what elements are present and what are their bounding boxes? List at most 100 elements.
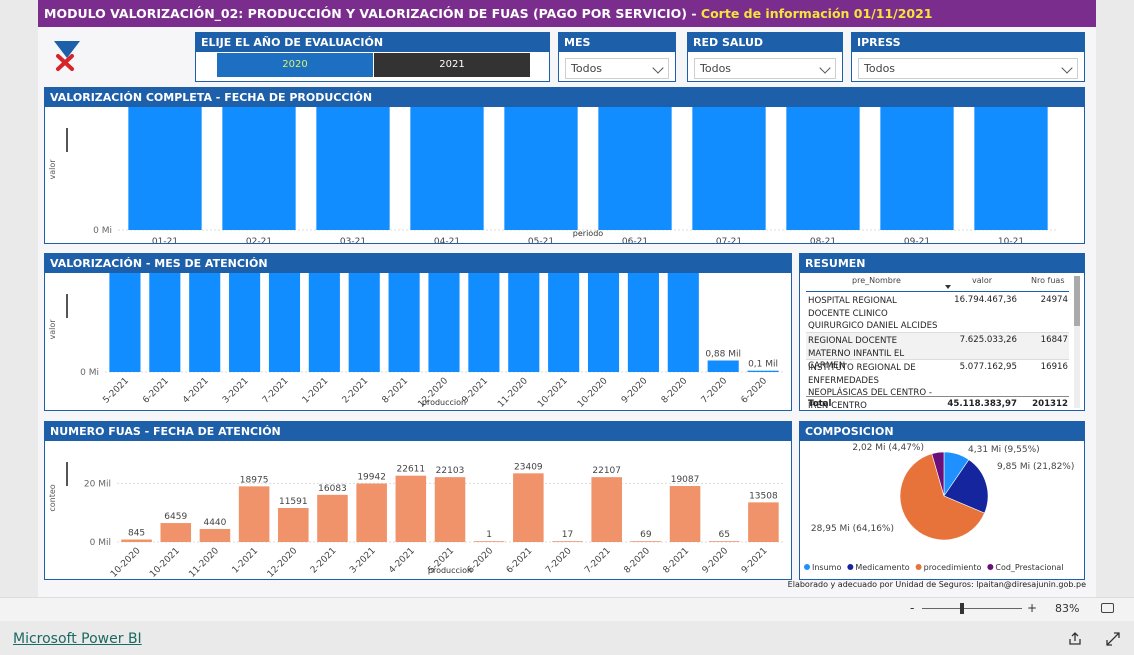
bar — [468, 0, 500, 372]
resumen-scroll[interactable]: pre_Nombre valor Nro fuas HOSPITAL REGIO… — [800, 274, 1084, 410]
y-tick-label: 20 Mil — [84, 479, 111, 489]
table-row[interactable]: REGIONAL DOCENTE MATERNO INFANTIL EL CAR… — [806, 333, 1069, 371]
zoom-slider-thumb[interactable] — [960, 603, 964, 614]
y-tick-label: 0 Mi — [80, 368, 99, 378]
x-tick-label: 02-21 — [246, 237, 272, 243]
x-tick-label: 01-21 — [152, 237, 178, 243]
year-slicer: ELIJE EL AÑO DE EVALUACIÓN 2020 2021 — [195, 32, 550, 82]
report-canvas: MODULO VALORIZACIÓN_02: PRODUCCIÓN Y VAL… — [38, 0, 1096, 597]
bar — [410, 0, 484, 230]
x-tick-label: 06-21 — [622, 237, 648, 243]
mes-dropdown[interactable]: Todos — [565, 58, 669, 79]
legend-marker — [987, 564, 994, 570]
data-label: 6459 — [164, 512, 187, 522]
bar — [598, 0, 672, 230]
data-label: 17 — [562, 530, 573, 540]
header-valor[interactable]: valor — [972, 276, 992, 285]
pie-label: 2,02 Mi (4,47%) — [852, 443, 924, 453]
chart4-title: COMPOSICION — [800, 422, 1084, 441]
chart2-plot: 5 Mi0 Mivalor5840,47 Mil5-20216-20214993… — [48, 0, 783, 410]
header-prenombre[interactable]: pre_Nombre — [852, 276, 901, 285]
header-nro-fuas[interactable]: Nro fuas — [1031, 276, 1065, 285]
chart2-accent — [66, 294, 68, 318]
bar — [630, 541, 662, 542]
fullscreen-icon[interactable] — [1106, 632, 1120, 646]
zoom-in-button[interactable]: + — [1027, 601, 1037, 615]
x-tick-label: 2-2021 — [309, 546, 339, 576]
year-option-2020[interactable]: 2020 — [217, 53, 373, 77]
resumen-table: RESUMEN pre_Nombre valor Nro fuas HOSPIT… — [799, 253, 1085, 411]
bar — [160, 523, 192, 542]
x-tick-label: 8-2020 — [660, 376, 690, 406]
ipress-value: Todos — [864, 62, 896, 75]
chart4-plot: 4,31 Mi (9,55%) 9,85 Mi (21,82%) 28,95 Mi … — [804, 443, 1074, 572]
data-label: 22611 — [397, 465, 426, 475]
bar — [268, 0, 301, 372]
sort-desc-icon[interactable] — [945, 285, 951, 289]
data-label: 69 — [640, 530, 652, 540]
chart1-title: VALORIZACIÓN COMPLETA - FECHA DE PRODUCC… — [45, 88, 1084, 107]
x-tick-label: 11-2020 — [187, 546, 221, 579]
chart1-plot: 5 Mi0 Mivalor4523,36 Mil01-212892,78 Mil… — [48, 0, 1058, 247]
table-row[interactable]: HOSPITAL REGIONAL DOCENTE CLINICO QUIRUR… — [806, 293, 1069, 344]
chart-composicion: COMPOSICION 4,31 Mi (9,55%) 9,85 Mi (21,8… — [799, 421, 1085, 580]
year-slicer-title: ELIJE EL AÑO DE EVALUACIÓN — [196, 33, 549, 52]
x-tick-label: 6-2021 — [505, 546, 535, 576]
fit-page-icon[interactable] — [1101, 603, 1114, 613]
bar — [748, 502, 779, 542]
x-tick-label: 10-2020 — [576, 376, 610, 410]
scrollbar[interactable] — [1074, 276, 1080, 408]
data-label: 22103 — [436, 466, 465, 476]
data-label: 0,88 Mil — [705, 349, 741, 359]
year-option-2021[interactable]: 2021 — [374, 53, 530, 77]
row-valor: 5.077.162,95 — [959, 362, 1017, 372]
ipress-dropdown[interactable]: Todos — [858, 58, 1078, 79]
bar — [552, 541, 583, 542]
data-label: 13508 — [749, 491, 778, 501]
red-salud-filter: RED SALUD Todos — [687, 32, 843, 82]
chart2-title: VALORIZACIÓN - MES DE ATENCIÓN — [45, 254, 791, 273]
chart3-plot: 20 Mil 0 Mil conteo 845 10-2020 6459 10-2021 44… — [48, 462, 783, 580]
bar — [974, 0, 1048, 230]
logo-icon — [54, 41, 80, 71]
x-tick-label: 3-2021 — [348, 546, 378, 576]
legend-label: procedimiento — [924, 563, 982, 572]
x-tick-label: 8-2020 — [622, 546, 652, 576]
zoom-out-button[interactable]: - — [910, 601, 914, 615]
y-axis-label: valor — [48, 159, 57, 180]
zoom-bar: - + 83% — [0, 597, 1134, 621]
red-salud-dropdown[interactable]: Todos — [694, 58, 836, 79]
y-axis-label: valor — [48, 319, 57, 340]
x-tick-label: 9-2020 — [701, 546, 731, 576]
mes-value: Todos — [571, 62, 603, 75]
scrollbar-thumb[interactable] — [1074, 276, 1080, 326]
legend-label: Cod_Prestacional — [995, 563, 1063, 572]
bar — [149, 0, 181, 372]
share-icon[interactable] — [1068, 632, 1082, 646]
power-bi-link[interactable]: Microsoft Power BI — [13, 631, 142, 647]
zoom-level: 83% — [1055, 602, 1080, 615]
data-label: 11591 — [279, 497, 308, 507]
x-tick-label: 6-2021 — [141, 376, 171, 406]
legend-label: Medicamento — [855, 563, 909, 572]
x-tick-label: 8-2021 — [662, 546, 692, 576]
x-tick-label: 6-2020 — [740, 376, 770, 406]
data-label: 65 — [719, 530, 730, 540]
x-tick-label: 7-2020 — [700, 376, 730, 406]
x-tick-label: 7-2020 — [544, 546, 574, 576]
x-tick-label: 9-2021 — [740, 546, 770, 576]
bar — [667, 234, 699, 372]
bar — [692, 0, 766, 230]
mes-filter-title: MES — [559, 33, 675, 52]
zoom-slider[interactable] — [922, 603, 1022, 614]
bar — [128, 0, 202, 230]
bar — [222, 0, 296, 230]
bar — [229, 0, 261, 372]
table-row[interactable]: INSTITUTO REGIONAL DE ENFERMEDADES NEOPL… — [806, 360, 1069, 410]
bar — [308, 0, 340, 372]
x-axis-label: produccion — [428, 566, 472, 575]
y-tick-label: 0 Mil — [90, 538, 111, 548]
x-tick-label: 05-21 — [528, 237, 554, 243]
bar — [591, 477, 622, 542]
chart-valorizacion-atencion: VALORIZACIÓN - MES DE ATENCIÓN 5 Mi0 Miv… — [44, 0, 792, 411]
